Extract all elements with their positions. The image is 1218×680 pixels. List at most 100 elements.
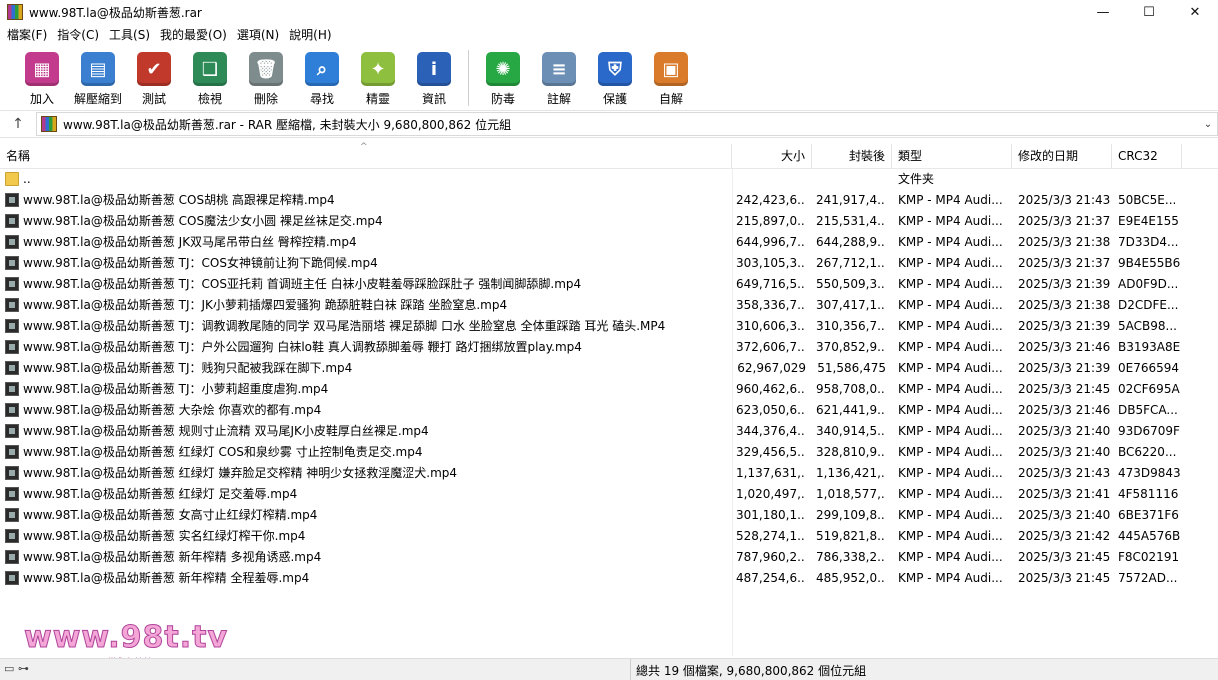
toolbar-button-11[interactable]: ▣ 自解 xyxy=(643,52,699,107)
minimize-button[interactable]: — xyxy=(1080,0,1126,24)
watermark-logo: www.98t.tv xyxy=(23,620,229,656)
column-packed[interactable]: 封裝後 xyxy=(812,144,892,168)
file-row[interactable]: www.98T.la@极品幼斯善葱 TJ：小萝莉超重度虐狗.mp4 960,462… xyxy=(0,379,1218,400)
file-row[interactable]: www.98T.la@极品幼斯善葱 COS魔法少女小圆 裸足丝袜足交.mp4 21… xyxy=(0,211,1218,232)
status-divider xyxy=(630,659,631,680)
video-file-icon xyxy=(5,319,19,333)
file-packed: 241,917,4... xyxy=(816,193,886,207)
file-crc: 93D6709F xyxy=(1118,424,1180,438)
toolbar-button-0[interactable]: ▦ 加入 xyxy=(14,52,70,107)
toolbar-button-3[interactable]: ❑ 檢視 xyxy=(182,52,238,107)
file-row[interactable]: www.98T.la@极品幼斯善葱 COS胡桃 高跟裸足榨精.mp4 242,42… xyxy=(0,190,1218,211)
file-crc: 02CF695A xyxy=(1118,382,1180,396)
file-packed: 1,018,577,... xyxy=(816,487,886,501)
toolbar: ▦ 加入 ▤ 解壓縮到 ✔ 測試 ❑ 檢視 🗑 刪除 ⌕ 尋找 ✦ 精靈 i 資訊 ✺ 防毒 ≡ 註解 ⛨ 保護 ▣ 自解 xyxy=(0,46,1218,111)
file-type: KMP - MP4 Audi... xyxy=(898,235,1003,249)
maximize-button[interactable]: ☐ xyxy=(1126,0,1172,24)
file-row[interactable]: www.98T.la@极品幼斯善葱 TJ：JK小萝莉插爆四爱骚狗 跪舔脏鞋白袜 … xyxy=(0,295,1218,316)
file-row[interactable]: www.98T.la@极品幼斯善葱 红绿灯 COS和泉纱雾 寸止控制龟责足交.m… xyxy=(0,442,1218,463)
file-modified: 2025/3/3 21:46 xyxy=(1018,340,1110,354)
toolbar-button-2[interactable]: ✔ 測試 xyxy=(126,52,182,107)
file-modified: 2025/3/3 21:42 xyxy=(1018,529,1110,543)
close-button[interactable]: ✕ xyxy=(1172,0,1218,24)
file-modified: 2025/3/3 21:37 xyxy=(1018,256,1110,270)
menu-tools[interactable]: 工具(S) xyxy=(104,24,155,46)
file-crc: 445A576B xyxy=(1118,529,1181,543)
file-row[interactable]: www.98T.la@极品幼斯善葱 红绿灯 足交羞辱.mp4 1,020,497,… xyxy=(0,484,1218,505)
file-crc: 6BE371F6 xyxy=(1118,508,1179,522)
file-type: KMP - MP4 Audi... xyxy=(898,508,1003,522)
file-size: 344,376,4... xyxy=(736,424,806,438)
test-icon: ✔ xyxy=(137,52,171,86)
drive-status-icons: ▭ ⊶ xyxy=(4,662,29,675)
chevron-down-icon[interactable]: ⌄ xyxy=(1199,119,1217,130)
file-name: www.98T.la@极品幼斯善葱 女高寸止红绿灯榨精.mp4 xyxy=(23,508,318,522)
file-row[interactable]: www.98T.la@极品幼斯善葱 实名红绿灯榨干你.mp4 528,274,1.… xyxy=(0,526,1218,547)
toolbar-button-10[interactable]: ⛨ 保護 xyxy=(587,52,643,107)
file-packed: 328,810,9... xyxy=(816,445,886,459)
menu-file[interactable]: 檔案(F) xyxy=(2,24,52,46)
file-packed: 370,852,9... xyxy=(816,340,886,354)
file-type: KMP - MP4 Audi... xyxy=(898,529,1003,543)
menu-help[interactable]: 說明(H) xyxy=(284,24,336,46)
file-type: KMP - MP4 Audi... xyxy=(898,298,1003,312)
add-archive-icon: ▦ xyxy=(25,52,59,86)
file-row[interactable]: www.98T.la@极品幼斯善葱 TJ：户外公园遛狗 白袜lo鞋 真人调教舔脚… xyxy=(0,337,1218,358)
video-file-icon xyxy=(5,550,19,564)
menu-options[interactable]: 選項(N) xyxy=(232,24,284,46)
winrar-app-icon xyxy=(7,4,23,20)
file-row[interactable]: www.98T.la@极品幼斯善葱 TJ：贱狗只配被我踩在脚下.mp4 62,96… xyxy=(0,358,1218,379)
toolbar-button-9[interactable]: ≡ 註解 xyxy=(531,52,587,107)
file-row[interactable]: www.98T.la@极品幼斯善葱 规则寸止流精 双马尾JK小皮鞋厚白丝裸足.m… xyxy=(0,421,1218,442)
file-size: 528,274,1... xyxy=(736,529,806,543)
info-icon: i xyxy=(417,52,451,86)
file-size: 301,180,1... xyxy=(736,508,806,522)
column-name[interactable]: 名稱 xyxy=(0,144,732,168)
toolbar-button-5[interactable]: ⌕ 尋找 xyxy=(294,52,350,107)
file-row[interactable]: www.98T.la@极品幼斯善葱 TJ：调教调教尾随的同学 双马尾浩丽塔 裸足… xyxy=(0,316,1218,337)
up-arrow-icon[interactable]: ↑ xyxy=(0,116,36,132)
file-row[interactable]: www.98T.la@极品幼斯善葱 大杂烩 你喜欢的都有.mp4 623,050,… xyxy=(0,400,1218,421)
file-modified: 2025/3/3 21:43 xyxy=(1018,193,1110,207)
file-name: www.98T.la@极品幼斯善葱 红绿灯 足交羞辱.mp4 xyxy=(23,487,298,501)
file-modified: 2025/3/3 21:46 xyxy=(1018,403,1110,417)
file-packed: 310,356,7... xyxy=(816,319,886,333)
column-modified[interactable]: 修改的日期 xyxy=(1012,144,1112,168)
file-row[interactable]: www.98T.la@极品幼斯善葱 红绿灯 嫌弃脸足交榨精 神明少女拯救淫魔涩犬… xyxy=(0,463,1218,484)
file-size: 487,254,6... xyxy=(736,571,806,585)
rar-file-icon xyxy=(41,116,57,132)
file-row[interactable]: www.98T.la@极品幼斯善葱 TJ：COS女神镜前让狗下跪伺候.mp4 30… xyxy=(0,253,1218,274)
column-crc32[interactable]: CRC32 xyxy=(1112,144,1182,168)
column-size[interactable]: 大小 xyxy=(732,144,812,168)
file-name: www.98T.la@极品幼斯善葱 TJ：小萝莉超重度虐狗.mp4 xyxy=(23,382,329,396)
toolbar-button-8[interactable]: ✺ 防毒 xyxy=(475,52,531,107)
file-list: .. 文件夹 www.98T.la@极品幼斯善葱 COS胡桃 高跟裸足榨精.mp4 2… xyxy=(0,169,1218,656)
toolbar-button-7[interactable]: i 資訊 xyxy=(406,52,462,107)
file-name: www.98T.la@极品幼斯善葱 TJ：COS亚托莉 首调班主任 白袜小皮鞋羞… xyxy=(23,277,582,291)
menu-favorites[interactable]: 我的最愛(O) xyxy=(155,24,232,46)
file-row[interactable]: www.98T.la@极品幼斯善葱 TJ：COS亚托莉 首调班主任 白袜小皮鞋羞… xyxy=(0,274,1218,295)
file-crc: 9B4E55B6 xyxy=(1118,256,1181,270)
file-crc: AD0F9D... xyxy=(1118,277,1179,291)
file-modified: 2025/3/3 21:38 xyxy=(1018,235,1110,249)
toolbar-label: 保護 xyxy=(602,92,627,106)
file-crc: 50BC5E... xyxy=(1118,193,1177,207)
column-type[interactable]: 類型 xyxy=(892,144,1012,168)
toolbar-button-4[interactable]: 🗑 刪除 xyxy=(238,52,294,107)
menu-commands[interactable]: 指令(C) xyxy=(52,24,104,46)
video-file-icon xyxy=(5,340,19,354)
file-row[interactable]: www.98T.la@极品幼斯善葱 JK双马尾吊带白丝 臀榨控精.mp4 644,… xyxy=(0,232,1218,253)
toolbar-button-6[interactable]: ✦ 精靈 xyxy=(350,52,406,107)
file-row[interactable]: www.98T.la@极品幼斯善葱 新年榨精 多视角诱惑.mp4 787,960,… xyxy=(0,547,1218,568)
file-row[interactable]: www.98T.la@极品幼斯善葱 女高寸止红绿灯榨精.mp4 301,180,1… xyxy=(0,505,1218,526)
file-type: KMP - MP4 Audi... xyxy=(898,424,1003,438)
toolbar-button-1[interactable]: ▤ 解壓縮到 xyxy=(70,52,126,107)
file-row[interactable]: www.98T.la@极品幼斯善葱 新年榨精 全程羞辱.mp4 487,254,6… xyxy=(0,568,1218,589)
file-name: www.98T.la@极品幼斯善葱 JK双马尾吊带白丝 臀榨控精.mp4 xyxy=(23,235,357,249)
address-field[interactable]: www.98T.la@极品幼斯善葱.rar - RAR 壓縮檔, 未封裝大小 9… xyxy=(36,112,1218,136)
file-type: KMP - MP4 Audi... xyxy=(898,340,1003,354)
file-packed: 621,441,9... xyxy=(816,403,886,417)
file-type: KMP - MP4 Audi... xyxy=(898,319,1003,333)
video-file-icon xyxy=(5,382,19,396)
parent-folder-row[interactable]: .. 文件夹 xyxy=(0,169,1218,190)
